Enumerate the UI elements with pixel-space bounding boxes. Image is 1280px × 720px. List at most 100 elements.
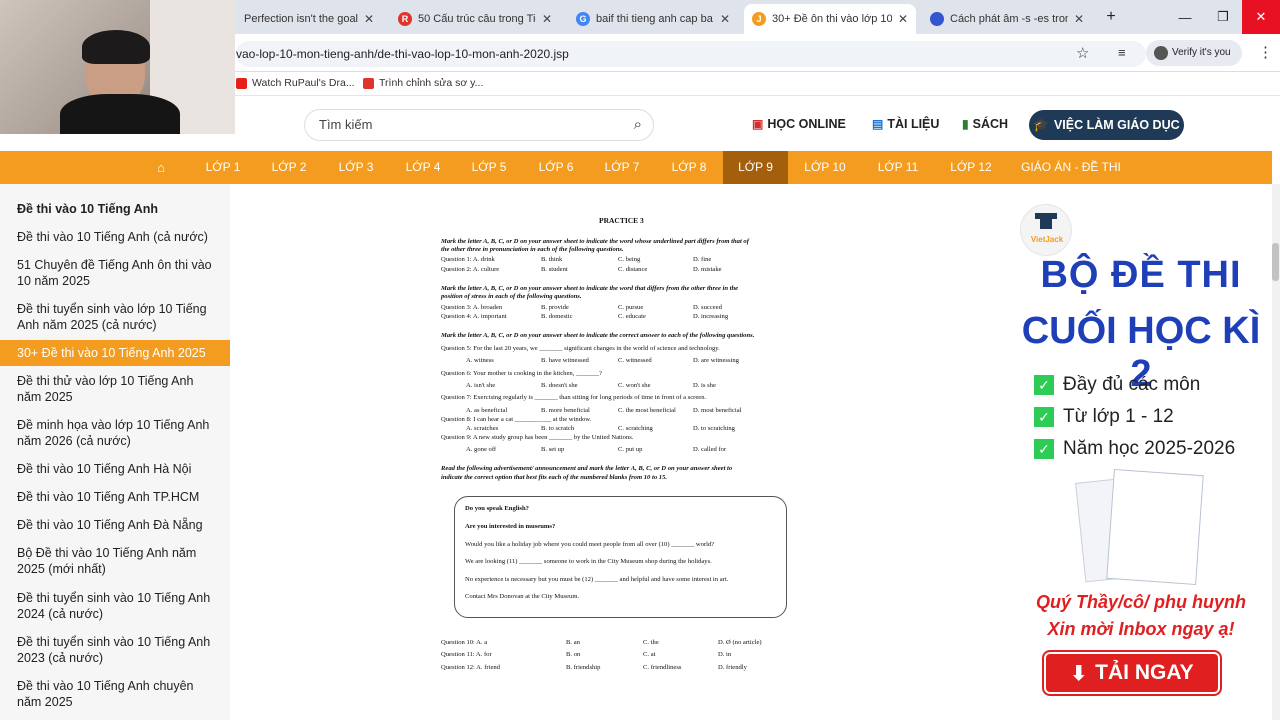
search-input[interactable]: Tìm kiếm ⌕ xyxy=(304,109,654,141)
option: B. have witnessed xyxy=(541,357,589,364)
webcam-overlay xyxy=(0,0,235,134)
sidebar-item[interactable]: Đề thi thử vào lớp 10 Tiếng Anh năm 2025 xyxy=(0,373,230,405)
option: B. set up xyxy=(541,446,565,453)
new-tab-icon[interactable]: + xyxy=(1092,0,1130,34)
nav-grade-8[interactable]: LỚP 8 xyxy=(662,151,716,184)
sidebar-item[interactable]: Đề thi vào 10 Tiếng Anh Đà Nẵng xyxy=(0,517,230,533)
question: Question 3: A. broaden xyxy=(441,304,503,311)
option: C. scratching xyxy=(618,425,653,432)
ad-cta-2: Xin mời Inbox ngay ạ! xyxy=(1047,619,1235,639)
nav-grade-7[interactable]: LỚP 7 xyxy=(595,151,649,184)
search-icon[interactable]: ⌕ xyxy=(634,110,642,140)
close-icon[interactable]: ✕ xyxy=(898,12,908,26)
tab-4-active[interactable]: J 30+ Đề ôn thi vào lớp 10 T ✕ xyxy=(744,4,916,34)
option: B. to scratch xyxy=(541,425,575,432)
tab-favicon: R xyxy=(398,12,412,26)
books-link[interactable]: ▮ SÁCH xyxy=(962,117,1008,131)
option: D. most beneficial xyxy=(693,407,742,414)
sidebar-item[interactable]: Đề thi vào 10 Tiếng Anh TP.HCM xyxy=(0,489,230,505)
close-window-icon[interactable]: ✕ xyxy=(1242,0,1280,34)
question: Question 2: A. culture xyxy=(441,266,500,273)
nav-lesson-plans[interactable]: GIÁO ÁN - ĐỀ THI xyxy=(1015,151,1127,184)
instruction: Mark the letter A, B, C, or D on your an… xyxy=(441,285,739,292)
tab-2[interactable]: R 50 Cấu trúc câu trong Tiến ✕ xyxy=(390,4,560,34)
question: Question 10: A. a xyxy=(441,639,488,646)
jobs-button[interactable]: 🎓 VIỆC LÀM GIÁO DỤC xyxy=(1029,110,1184,140)
practice-title: PRACTICE 3 xyxy=(599,216,644,225)
question: Question 11: A. for xyxy=(441,651,492,658)
media-icon[interactable]: ≡ xyxy=(1118,45,1126,60)
sidebar-item[interactable]: Đề thi tuyển sinh vào 10 Tiếng Anh 2023 … xyxy=(0,634,230,666)
option: C. put up xyxy=(618,446,643,453)
option: B. student xyxy=(541,266,568,273)
sidebar-item[interactable]: Bộ Đề thi vào 10 Tiếng Anh năm 2025 (mới… xyxy=(0,545,230,577)
sidebar-item[interactable]: Đề thi vào 10 Tiếng Anh Hà Nội xyxy=(0,461,230,477)
sidebar-item[interactable]: Đề thi tuyển sinh vào 10 Tiếng Anh 2024 … xyxy=(0,590,230,622)
close-icon[interactable]: ✕ xyxy=(542,12,552,26)
question: Question 6: Your mother is cooking in th… xyxy=(441,370,602,377)
option: D. mistake xyxy=(693,266,722,273)
grade-nav: ⌂ LỚP 1 LỚP 2 LỚP 3 LỚP 4 LỚP 5 LỚP 6 LỚ… xyxy=(0,151,1272,184)
option: C. friendliness xyxy=(643,664,682,671)
option: D. called for xyxy=(693,446,727,453)
option: A. scratches xyxy=(466,425,499,432)
tab-3[interactable]: Gbaif thi tieng anh cap ba - ✕ xyxy=(568,4,738,34)
verify-button[interactable]: Verify it's you xyxy=(1146,40,1242,66)
sidebar-item[interactable]: Đề thi vào 10 Tiếng Anh chuyên năm 2025 xyxy=(0,678,230,710)
nav-grade-5[interactable]: LỚP 5 xyxy=(462,151,516,184)
nav-grade-12[interactable]: LỚP 12 xyxy=(941,151,1001,184)
online-link[interactable]: ▣ HỌC ONLINE xyxy=(752,117,846,131)
documents-link[interactable]: ▤ TÀI LIỆU xyxy=(872,117,939,131)
exam-sheet-icon xyxy=(1106,468,1204,586)
home-icon[interactable]: ⌂ xyxy=(146,151,176,184)
sidebar-item[interactable]: Đề thi tuyển sinh vào lớp 10 Tiếng Anh n… xyxy=(0,301,230,333)
option: B. domestic xyxy=(541,313,573,320)
tab-1[interactable]: Perfection isn't the goal | I ✕ xyxy=(236,4,382,34)
option: D. succeed xyxy=(693,304,722,311)
box-text: No experience is necessary but you must … xyxy=(465,576,729,583)
nav-grade-1[interactable]: LỚP 1 xyxy=(196,151,250,184)
nav-grade-4[interactable]: LỚP 4 xyxy=(396,151,450,184)
sidebar-item[interactable]: Đề thi vào 10 Tiếng Anh (cả nước) xyxy=(0,229,230,245)
option: A. witness xyxy=(466,357,494,364)
box-heading: Do you speak English? xyxy=(465,505,529,512)
ad-title-line-1: BỘ ĐỀ THI xyxy=(1040,254,1242,296)
minimize-icon[interactable]: — xyxy=(1166,0,1204,34)
question: Question 5: For the last 20 years, we __… xyxy=(441,345,720,352)
close-icon[interactable]: ✕ xyxy=(720,12,730,26)
option: C. won't she xyxy=(618,382,651,389)
scrollbar-thumb[interactable] xyxy=(1272,243,1279,281)
box-heading: Are you interested in museums? xyxy=(465,523,556,530)
bookmark-icon: ▮ xyxy=(962,117,969,131)
box-text: Would you like a holiday job where you c… xyxy=(465,541,715,548)
sidebar-heading[interactable]: Đề thi vào 10 Tiếng Anh xyxy=(0,201,230,217)
maximize-icon[interactable]: ❐ xyxy=(1204,0,1242,34)
close-icon[interactable]: ✕ xyxy=(1074,12,1084,26)
bookmark-1[interactable]: Watch RuPaul's Dra... xyxy=(236,77,355,89)
option: B. provide xyxy=(541,304,569,311)
ad-cta-1: Quý Thầy/cô/ phụ huynh xyxy=(1035,592,1246,612)
nav-grade-11[interactable]: LỚP 11 xyxy=(868,151,928,184)
bookmark-2[interactable]: Trình chỉnh sửa sơ y... xyxy=(363,77,483,89)
nav-grade-3[interactable]: LỚP 3 xyxy=(329,151,383,184)
nav-grade-10[interactable]: LỚP 10 xyxy=(795,151,855,184)
menu-icon[interactable]: ⋮ xyxy=(1258,43,1273,61)
option: A. isn't she xyxy=(466,382,496,389)
option: B. friendship xyxy=(566,664,601,671)
sidebar-item-active[interactable]: 30+ Đề thi vào 10 Tiếng Anh 2025 xyxy=(0,340,230,366)
star-icon[interactable]: ☆ xyxy=(1076,44,1089,62)
brand-name: VietJack xyxy=(1030,235,1064,244)
nav-grade-2[interactable]: LỚP 2 xyxy=(262,151,316,184)
tab-5[interactable]: Cách phát âm -s -es trong ✕ xyxy=(922,4,1092,34)
sidebar-item[interactable]: 51 Chuyên đề Tiếng Anh ôn thi vào 10 năm… xyxy=(0,257,230,289)
close-icon[interactable]: ✕ xyxy=(364,12,374,26)
nav-grade-9[interactable]: LỚP 9 xyxy=(723,151,788,184)
nav-grade-6[interactable]: LỚP 6 xyxy=(529,151,583,184)
option: D. to scratching xyxy=(693,425,735,432)
checkbox-icon: ✓ xyxy=(1034,439,1054,459)
question: Question 9: A new study group has been _… xyxy=(441,434,634,441)
download-button[interactable]: ⬇ TẢI NGAY xyxy=(1044,652,1220,694)
url-field[interactable]: vao-lop-10-mon-tieng-anh/de-thi-vao-lop-… xyxy=(236,41,1146,67)
sidebar-item[interactable]: Đề minh họa vào lớp 10 Tiếng Anh năm 202… xyxy=(0,417,230,449)
exam-advertisement[interactable]: VietJack BỘ ĐỀ THI CUỐI HỌC KÌ 2 ✓ Đầy đủ… xyxy=(1010,192,1272,700)
